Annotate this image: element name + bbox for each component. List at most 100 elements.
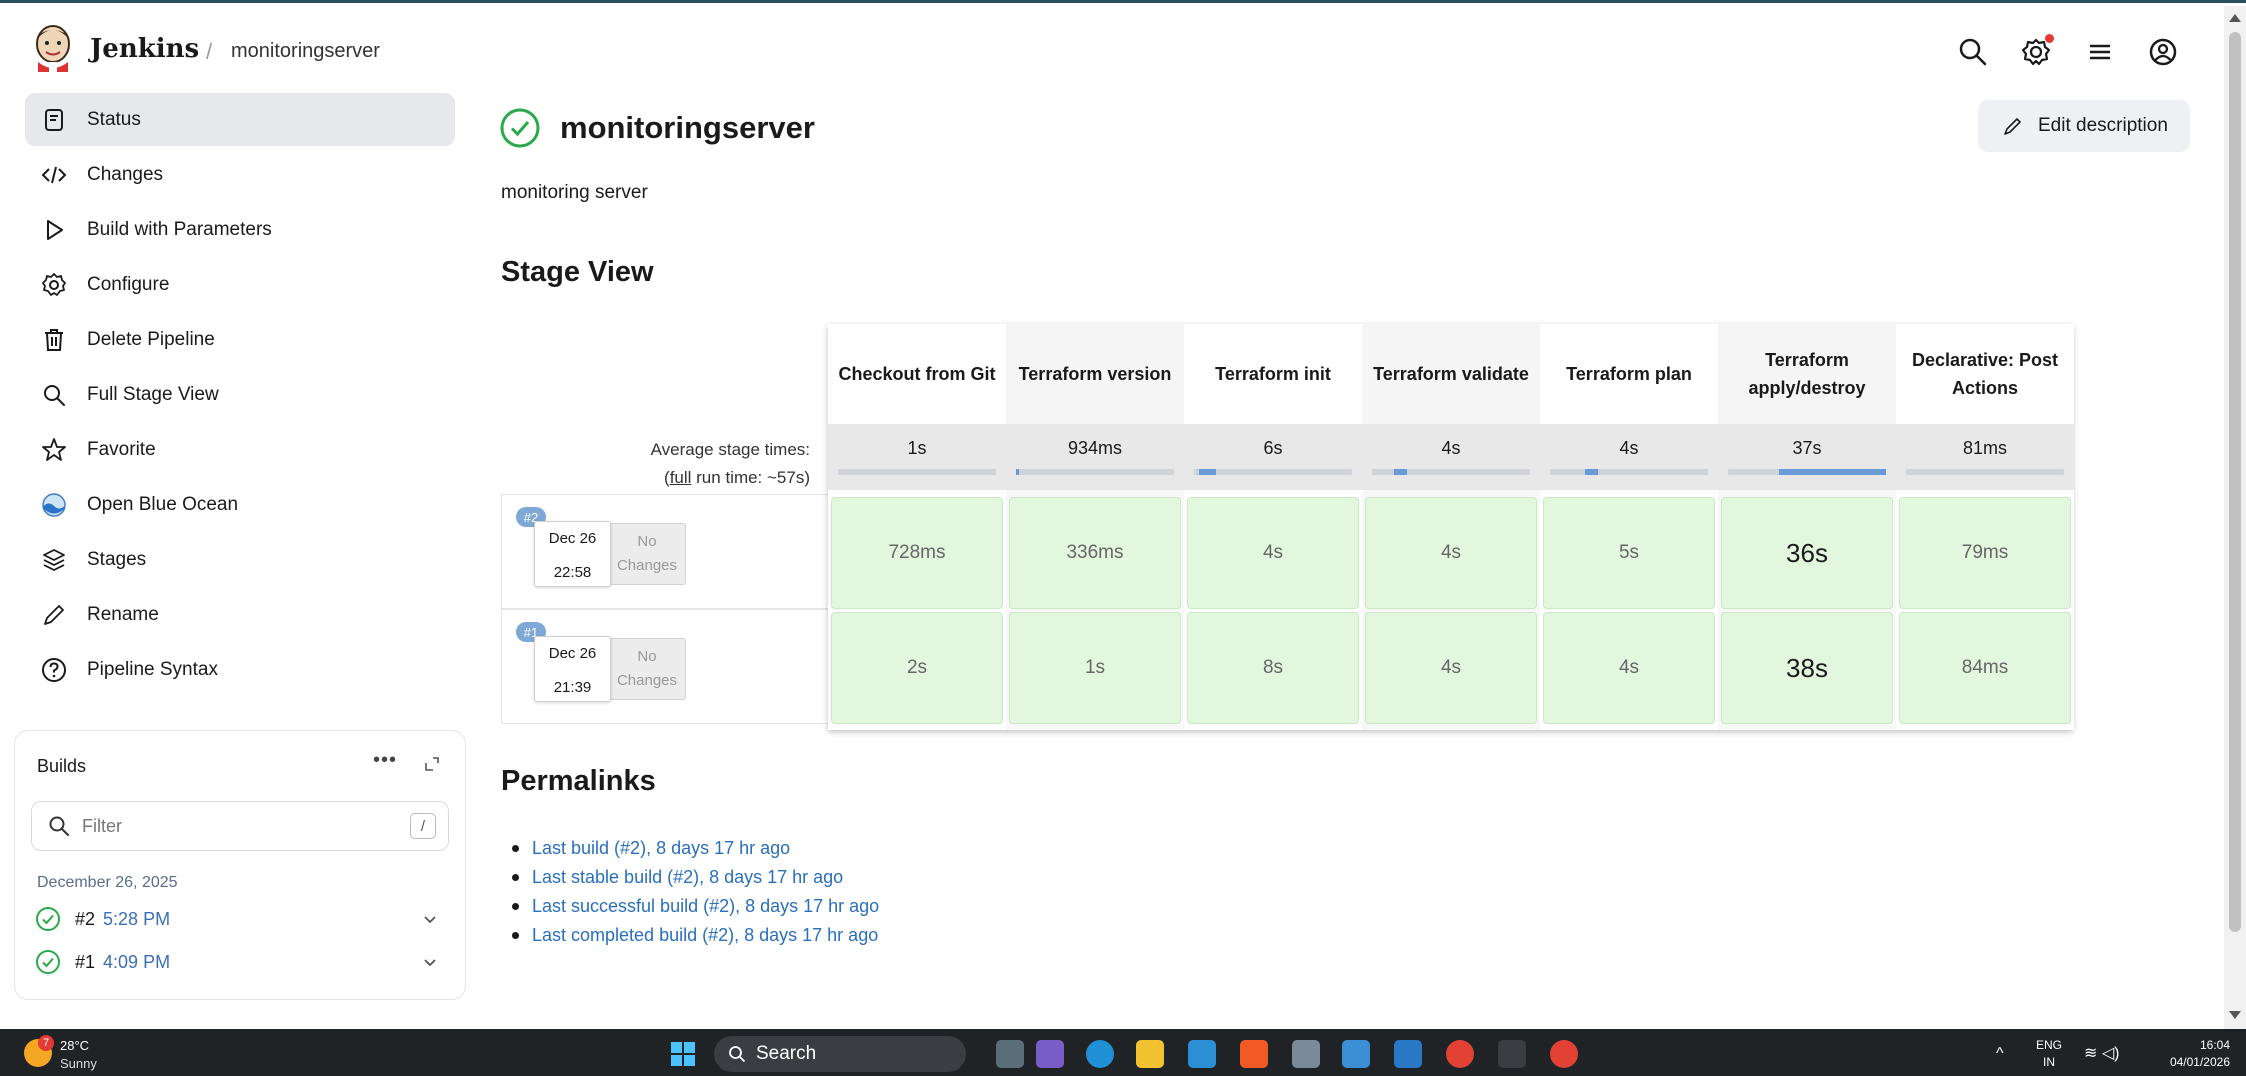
stage-column-terraform-validate: Terraform validate 4s 4s 4s xyxy=(1362,324,1540,730)
sidebar-item-rename[interactable]: Rename xyxy=(25,588,455,641)
sidebar-item-pipeline-syntax[interactable]: Pipeline Syntax xyxy=(25,643,455,696)
user-account-icon[interactable] xyxy=(2147,36,2179,68)
builds-more-button[interactable]: ••• xyxy=(373,749,397,772)
brave-browser-icon[interactable] xyxy=(1240,1040,1268,1068)
expand-icon[interactable] xyxy=(423,755,441,773)
build-date-card[interactable]: Dec 26 21:39 xyxy=(534,636,611,702)
sidebar-item-open-blue-ocean[interactable]: Open Blue Ocean xyxy=(25,478,455,531)
windows-start-icon[interactable] xyxy=(670,1041,696,1067)
builds-filter[interactable]: / xyxy=(31,801,449,851)
sidebar-item-stages[interactable]: Stages xyxy=(25,533,455,586)
permalink-last-successful-build[interactable]: Last successful build (#2), 8 days 17 hr… xyxy=(511,892,879,921)
stage-cell[interactable]: 4s xyxy=(1365,497,1537,609)
stage-cell[interactable]: 336ms xyxy=(1009,497,1181,609)
chevron-down-icon[interactable] xyxy=(421,953,439,971)
stage-time-bar xyxy=(1728,469,1886,475)
stage-cell[interactable]: 8s xyxy=(1187,612,1359,724)
tray-overflow-chevron-icon[interactable]: ^ xyxy=(1996,1045,2004,1063)
file-explorer-icon[interactable] xyxy=(1136,1040,1164,1068)
stage-cell[interactable]: 2s xyxy=(831,612,1003,724)
jenkins-logo[interactable] xyxy=(32,22,74,74)
full-run-link[interactable]: full xyxy=(670,468,692,487)
stage-cell[interactable]: 38s xyxy=(1721,612,1893,724)
side-navigation: Status Changes Build with Parameters Con… xyxy=(25,93,455,698)
sidebar-item-label: Rename xyxy=(87,603,159,625)
stage-cell[interactable]: 5s xyxy=(1543,497,1715,609)
photos-icon[interactable] xyxy=(1342,1040,1370,1068)
stage-cell[interactable]: 84ms xyxy=(1899,612,2071,724)
chrome-profile-icon[interactable] xyxy=(1550,1040,1578,1068)
sidebar-item-configure[interactable]: Configure xyxy=(25,258,455,311)
stage-average-time: 4s xyxy=(1362,424,1540,490)
system-clock[interactable]: 16:04 04/01/2026 xyxy=(2150,1037,2230,1071)
manage-settings-icon[interactable] xyxy=(2020,34,2054,68)
stage-header: Terraform init xyxy=(1184,324,1362,424)
sidebar-item-full-stage-view[interactable]: Full Stage View xyxy=(25,368,455,421)
build-date-card[interactable]: Dec 26 22:58 xyxy=(534,521,611,587)
brand-name[interactable]: Jenkins xyxy=(90,34,199,64)
builds-filter-input[interactable] xyxy=(82,815,382,837)
edit-description-button[interactable]: Edit description xyxy=(1978,100,2190,152)
taskbar-search[interactable]: Search xyxy=(714,1036,966,1072)
job-description: monitoring server xyxy=(501,182,648,203)
store-icon[interactable] xyxy=(1188,1040,1216,1068)
scroll-thumb[interactable] xyxy=(2229,32,2241,932)
stage-average-value: 37s xyxy=(1792,438,1822,458)
permalinks-heading: Permalinks xyxy=(501,765,656,797)
stage-cell[interactable]: 79ms xyxy=(1899,497,2071,609)
build-clock: 22:58 xyxy=(553,564,592,581)
stage-time-bar xyxy=(838,469,996,475)
builds-panel: Builds ••• / December 26, 2025 #2 5:28 P… xyxy=(14,730,466,1000)
app-icon[interactable] xyxy=(1292,1040,1320,1068)
sidebar-item-favorite[interactable]: Favorite xyxy=(25,423,455,476)
build-date: Dec 26 xyxy=(548,530,597,547)
scroll-up-arrow[interactable] xyxy=(2229,14,2241,22)
stage-header: Terraform validate xyxy=(1362,324,1540,424)
scroll-down-arrow[interactable] xyxy=(2229,1011,2241,1019)
job-status-success-icon xyxy=(500,108,540,148)
stage-cell[interactable]: 4s xyxy=(1187,497,1359,609)
sidebar-item-changes[interactable]: Changes xyxy=(25,148,455,201)
input-language[interactable]: ENG IN xyxy=(2036,1037,2062,1071)
sidebar-item-label: Status xyxy=(87,108,141,130)
permalink-last-completed-build[interactable]: Last completed build (#2), 8 days 17 hr … xyxy=(511,921,879,950)
stage-cell[interactable]: 1s xyxy=(1009,612,1181,724)
stage-average-value: 4s xyxy=(1441,438,1461,458)
sidebar-item-delete-pipeline[interactable]: Delete Pipeline xyxy=(25,313,455,366)
stage-column-terraform-apply-destroy: Terraform apply/destroy 37s 36s 38s xyxy=(1718,324,1896,730)
build-time[interactable]: 4:09 PM xyxy=(103,952,170,973)
stage-column-terraform-init: Terraform init 6s 4s 8s xyxy=(1184,324,1362,730)
code-icon xyxy=(41,162,67,188)
chevron-down-icon[interactable] xyxy=(421,910,439,928)
sidebar-item-build-with-parameters[interactable]: Build with Parameters xyxy=(25,203,455,256)
breadcrumb-job[interactable]: monitoringserver xyxy=(231,40,380,63)
page-scrollbar[interactable] xyxy=(2224,6,2246,1030)
task-view-icon[interactable] xyxy=(996,1040,1024,1068)
sidebar-item-label: Pipeline Syntax xyxy=(87,658,218,680)
chrome-browser-icon[interactable] xyxy=(1446,1040,1474,1068)
stage-cell[interactable]: 4s xyxy=(1543,612,1715,724)
menu-icon[interactable] xyxy=(2084,36,2116,68)
edge-browser-icon[interactable] xyxy=(1086,1040,1114,1068)
snipping-tool-icon[interactable] xyxy=(1394,1040,1422,1068)
copilot-icon[interactable] xyxy=(1036,1040,1064,1068)
build-row-2[interactable]: #2 5:28 PM xyxy=(35,904,455,934)
stage-cell[interactable]: 36s xyxy=(1721,497,1893,609)
terminal-icon[interactable] xyxy=(1498,1040,1526,1068)
build-row-1[interactable]: #1 4:09 PM xyxy=(35,947,455,977)
stage-header: Checkout from Git xyxy=(828,324,1006,424)
stage-average-time: 934ms xyxy=(1006,424,1184,490)
stage-average-time: 81ms xyxy=(1896,424,2074,490)
permalink-last-stable-build[interactable]: Last stable build (#2), 8 days 17 hr ago xyxy=(511,863,879,892)
weather-condition: Sunny xyxy=(60,1056,97,1071)
permalink-last-build[interactable]: Last build (#2), 8 days 17 hr ago xyxy=(511,834,879,863)
build-time[interactable]: 5:28 PM xyxy=(103,909,170,930)
stage-cell[interactable]: 4s xyxy=(1365,612,1537,724)
wifi-volume-icon[interactable]: ≋ ◁) xyxy=(2084,1043,2119,1063)
build-date: Dec 26 xyxy=(548,645,597,662)
header-search-icon[interactable] xyxy=(1957,36,1989,68)
sidebar-item-status[interactable]: Status xyxy=(25,93,455,146)
taskbar-search-label: Search xyxy=(756,1043,817,1064)
stage-cell[interactable]: 728ms xyxy=(831,497,1003,609)
builds-title: Builds xyxy=(37,756,87,776)
